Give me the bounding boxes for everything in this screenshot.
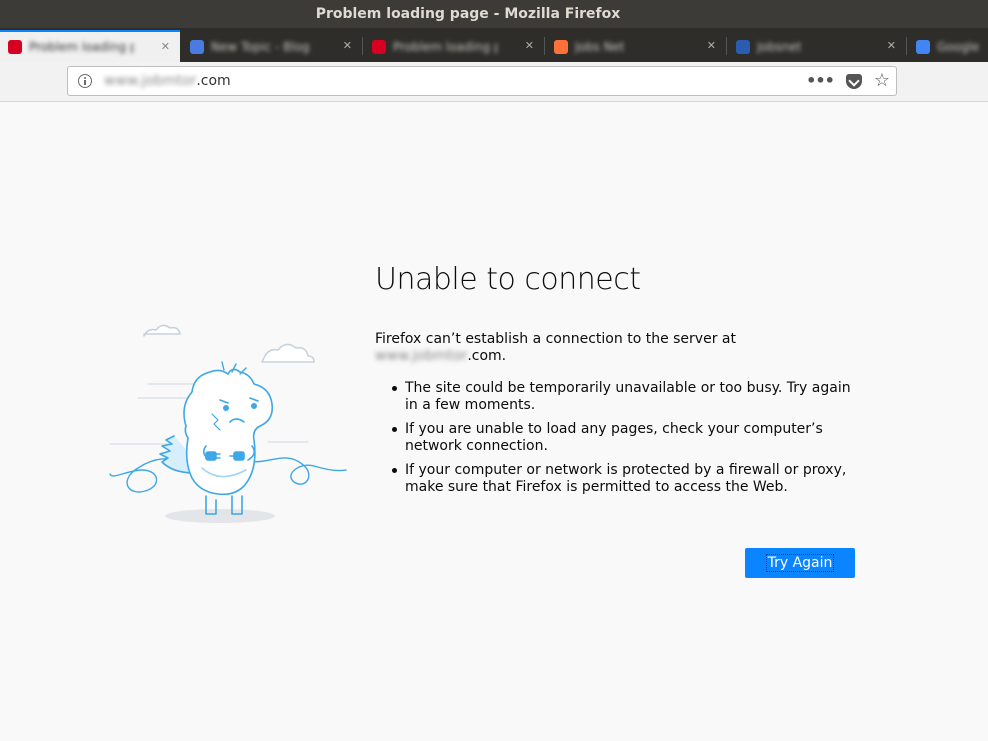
tab-title: Jobs Net	[575, 39, 625, 54]
close-tab-icon[interactable]: ✕	[525, 39, 534, 52]
tab-jobs-net[interactable]: Jobs Net ✕	[546, 31, 726, 62]
tab-title: Google	[937, 39, 980, 54]
window-titlebar: Problem loading page - Mozilla Firefox	[0, 0, 988, 28]
tab-separator	[544, 37, 545, 55]
url-bar[interactable]: www.jobmtor .com ••• ☆	[67, 66, 897, 96]
error-title: Unable to connect	[375, 262, 641, 297]
tab-separator	[726, 37, 727, 55]
url-text[interactable]: www.jobmtor .com	[104, 73, 231, 89]
tab-separator	[906, 37, 907, 55]
try-again-button[interactable]: Try Again	[745, 548, 855, 578]
tab-title: Problem loading page	[393, 39, 498, 54]
close-tab-icon[interactable]: ✕	[707, 39, 716, 52]
tab-jobsnet[interactable]: Jobsnet ✕	[728, 31, 906, 62]
favicon-icon	[736, 39, 750, 54]
favicon-icon	[8, 40, 22, 54]
error-description-line: Firefox can’t establish a connection to …	[375, 331, 736, 347]
error-host: www.jobmtor .com.	[375, 348, 855, 365]
tab-problem-loading-2[interactable]: Problem loading page ✕	[364, 31, 544, 62]
url-actions: ••• ☆	[806, 71, 890, 91]
url-host-suffix: .com	[196, 73, 231, 89]
pocket-icon[interactable]	[845, 73, 862, 89]
tab-strip: Problem loading page ✕ New Topic - Blog …	[0, 28, 988, 62]
error-reason-item: If your computer or network is protected…	[389, 462, 859, 496]
close-tab-icon[interactable]: ✕	[343, 39, 352, 52]
navigation-toolbar: www.jobmtor .com ••• ☆	[0, 62, 988, 102]
tab-separator	[362, 37, 363, 55]
error-description: Firefox can’t establish a connection to …	[375, 331, 855, 365]
favicon-icon	[372, 39, 386, 54]
close-tab-icon[interactable]: ✕	[161, 40, 170, 53]
error-host-redacted: www.jobmtor	[375, 348, 468, 364]
error-reasons-list: The site could be temporarily unavailabl…	[389, 380, 859, 503]
favicon-icon	[190, 39, 204, 54]
tab-title: New Topic - Blog	[211, 39, 310, 54]
tab-problem-loading[interactable]: Problem loading page ✕	[0, 30, 180, 62]
url-host-redacted: www.jobmtor	[104, 73, 197, 89]
window-title: Problem loading page - Mozilla Firefox	[315, 6, 621, 22]
unplugged-dinosaur-illustration	[109, 324, 347, 523]
tab-title: Jobsnet	[757, 39, 802, 54]
site-info-icon[interactable]	[78, 74, 92, 88]
close-tab-icon[interactable]: ✕	[887, 39, 896, 52]
tab-title: Problem loading page	[29, 40, 134, 54]
error-reason-item: The site could be temporarily unavailabl…	[389, 380, 859, 414]
error-reason-item: If you are unable to load any pages, che…	[389, 421, 859, 455]
favicon-icon	[916, 39, 930, 54]
tab-google[interactable]: Google	[908, 31, 988, 62]
try-again-label: Try Again	[765, 554, 835, 572]
page-actions-menu-icon[interactable]: •••	[806, 71, 835, 91]
error-host-suffix: .com.	[467, 348, 507, 364]
bookmark-star-icon[interactable]: ☆	[874, 71, 890, 91]
favicon-icon	[554, 39, 568, 54]
tab-new-topic[interactable]: New Topic - Blog ✕	[182, 31, 362, 62]
